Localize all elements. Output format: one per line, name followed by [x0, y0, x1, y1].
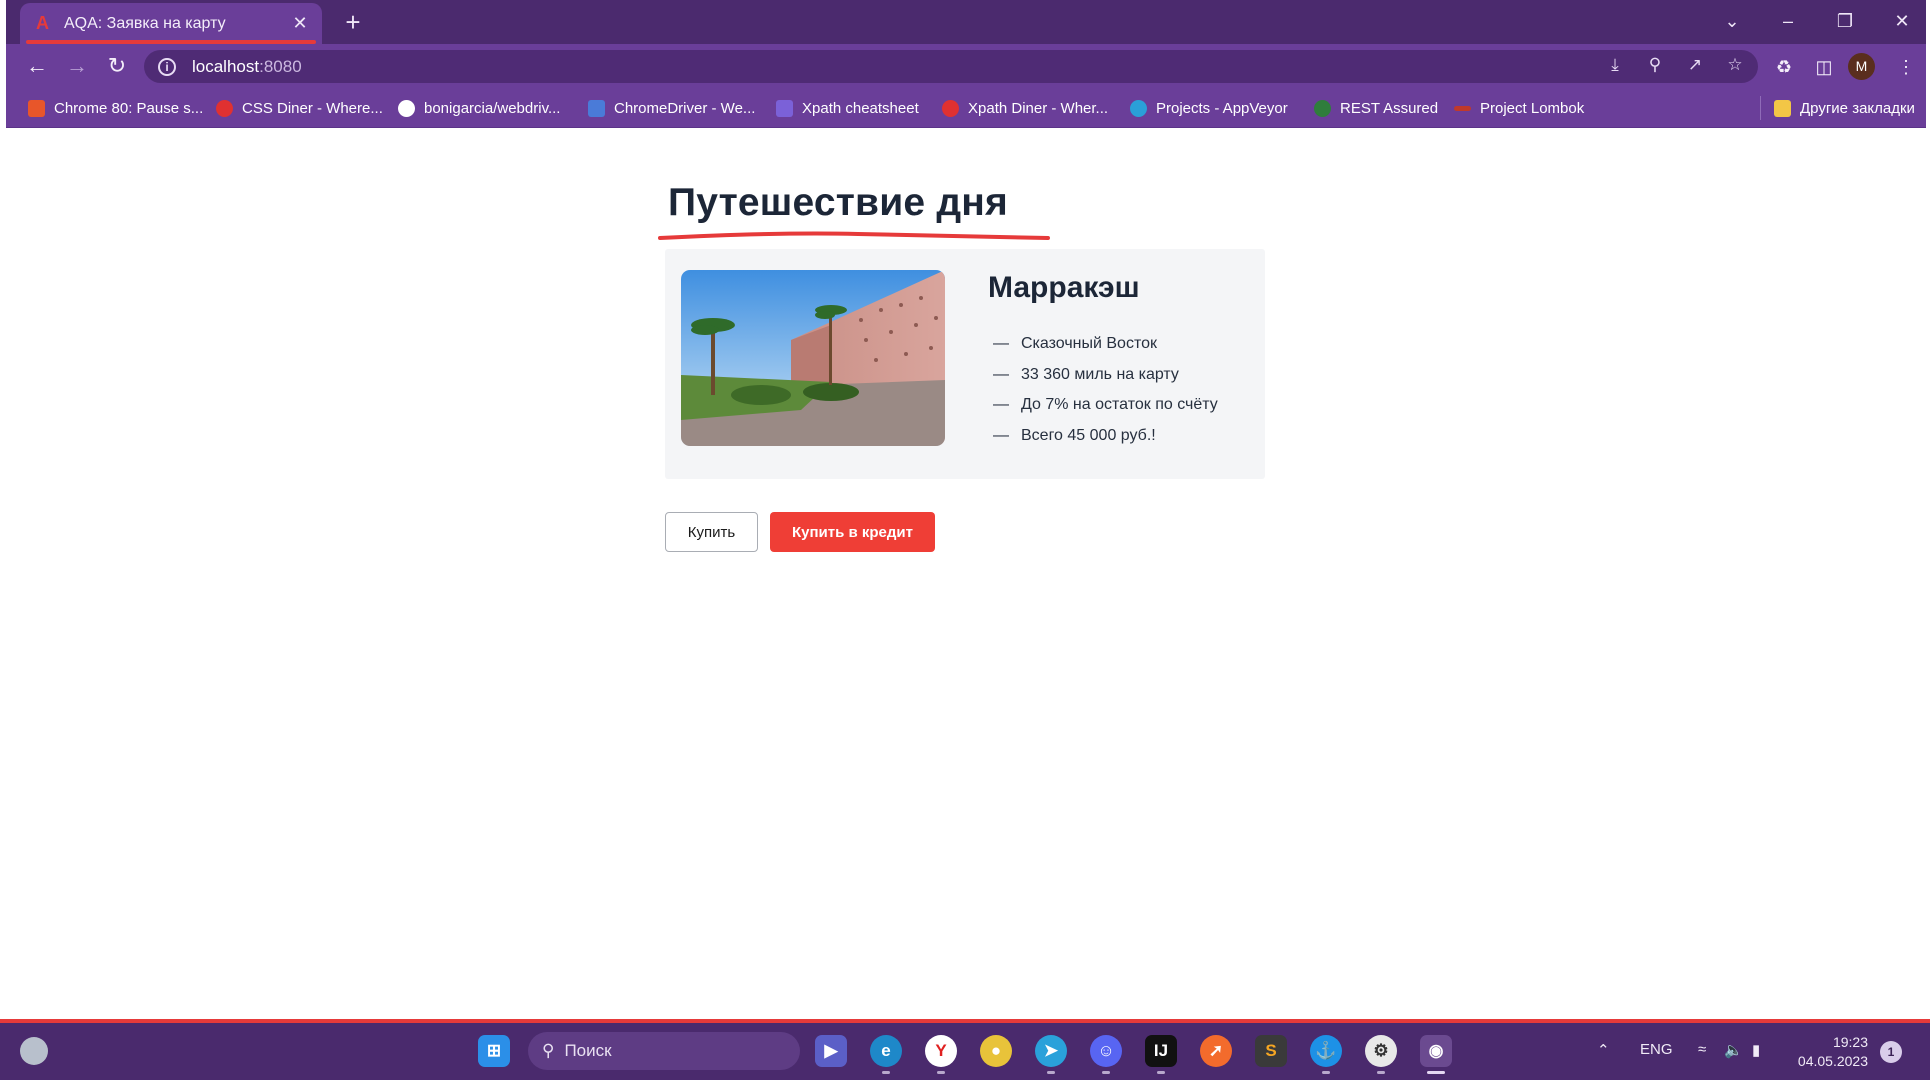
bookmark-favicon-icon	[588, 99, 605, 117]
bookmark-item[interactable]: REST Assured	[1314, 96, 1438, 120]
discord-icon[interactable]: ☺	[1090, 1035, 1122, 1074]
chrome-icon[interactable]: ●	[980, 1035, 1012, 1067]
edge-icon[interactable]: e	[870, 1035, 902, 1074]
address-url: localhost:8080	[192, 56, 302, 76]
browser-toolbar: ← → ↻ i localhost:8080 ⤓ ⚲ ↗ ☆ ♻ ◫ M ⋮	[6, 44, 1926, 88]
bookmark-favicon-icon	[216, 99, 233, 117]
browser-tab-active[interactable]: A AQA: Заявка на карту ✕	[20, 3, 322, 44]
battery-icon[interactable]: ▮	[1752, 1041, 1760, 1059]
bookmark-item[interactable]: CSS Diner - Where...	[216, 96, 383, 120]
telegram-icon[interactable]: ➤	[1035, 1035, 1067, 1074]
address-bar[interactable]: i localhost:8080 ⤓ ⚲ ↗ ☆	[144, 50, 1758, 83]
tour-card: Марракэш — Сказочный Восток —33 360 миль …	[665, 249, 1265, 479]
alfa-bank-favicon-icon: A	[36, 13, 49, 33]
browser-titlebar: A AQA: Заявка на карту ✕ + ⌄ – ❐ ✕	[6, 0, 1926, 44]
clock-date: 04.05.2023	[1797, 1053, 1868, 1069]
chrome-active-icon[interactable]: ◉	[1420, 1035, 1452, 1074]
zoom-icon[interactable]: ⚲	[1642, 55, 1668, 75]
windows-start-icon[interactable]: ⊞	[478, 1035, 510, 1067]
yandex-browser-icon[interactable]: Y	[925, 1035, 957, 1074]
profile-avatar[interactable]: M	[1848, 53, 1875, 80]
windows-taskbar: ⊞ ⚲ Поиск ▶ e Y ● ➤ ☺ IJ ➚ S ⚓ ⚙ ◉ ⌃ ENG…	[0, 1019, 1930, 1080]
bookmark-item[interactable]: Xpath Diner - Wher...	[942, 96, 1108, 120]
share-icon[interactable]: ↗	[1682, 55, 1708, 75]
marrakesh-photo	[681, 270, 945, 446]
back-arrow-icon[interactable]: ←	[22, 52, 52, 80]
site-info-icon[interactable]: i	[158, 57, 176, 76]
bookmark-favicon-icon	[28, 99, 45, 117]
bookmark-item[interactable]: Project Lombok	[1454, 96, 1584, 120]
forward-arrow-icon[interactable]: →	[62, 52, 92, 80]
bookmark-item[interactable]: Chrome 80: Pause s...	[28, 96, 203, 120]
bug-tracker-icon[interactable]: ⚙	[1365, 1035, 1397, 1074]
tab-search-chevron-icon[interactable]: ⌄	[1712, 6, 1752, 36]
list-item: — Сказочный Восток	[993, 335, 1157, 352]
new-tab-button[interactable]: +	[338, 7, 368, 37]
title-underline	[658, 231, 1050, 240]
bookmark-favicon-icon	[776, 99, 793, 117]
taskbar-search-input[interactable]: ⚲ Поиск	[528, 1032, 800, 1070]
bookmark-item[interactable]: ChromeDriver - We...	[588, 96, 755, 120]
minimize-button[interactable]: –	[1768, 6, 1808, 36]
postman-icon[interactable]: ➚	[1200, 1035, 1232, 1067]
buy-button[interactable]: Купить	[665, 512, 758, 552]
list-item: — Всего 45 000 руб.!	[993, 426, 1156, 444]
bookmark-item[interactable]: Xpath cheatsheet	[776, 96, 919, 120]
tab-title: AQA: Заявка на карту	[64, 14, 226, 32]
language-indicator[interactable]: ENG	[1640, 1041, 1673, 1058]
list-item: — До 7% на остаток по счёту	[993, 396, 1218, 413]
install-app-icon[interactable]: ⤓	[1602, 55, 1628, 75]
intellij-idea-icon[interactable]: IJ	[1145, 1035, 1177, 1074]
tour-title: Марракэш	[988, 271, 1140, 304]
notification-badge[interactable]: 1	[1880, 1041, 1902, 1063]
buy-in-credit-button[interactable]: Купить в кредит	[770, 512, 935, 552]
meet-icon[interactable]: ▶	[815, 1035, 847, 1067]
search-icon: ⚲	[542, 1041, 555, 1060]
list-item: —33 360 миль на карту	[993, 365, 1179, 383]
close-window-button[interactable]: ✕	[1882, 6, 1922, 36]
docker-icon[interactable]: ⚓	[1310, 1035, 1342, 1074]
bookmarks-bar: Chrome 80: Pause s... CSS Diner - Where.…	[6, 88, 1926, 128]
bookmarks-divider	[1760, 96, 1761, 120]
clock-time: 19:23	[1832, 1034, 1868, 1050]
extensions-puzzle-icon[interactable]: ♻	[1770, 54, 1798, 80]
appveyor-icon	[1130, 99, 1147, 117]
wifi-icon[interactable]: ≈	[1698, 1041, 1706, 1058]
bookmark-favicon-icon	[1454, 105, 1471, 111]
tour-features-list: — Сказочный Восток —33 360 миль на карту …	[993, 329, 1218, 451]
menu-kebab-icon[interactable]: ⋮	[1892, 54, 1920, 80]
reload-icon[interactable]: ↻	[102, 52, 132, 80]
side-panel-icon[interactable]: ◫	[1810, 54, 1838, 80]
volume-icon[interactable]: 🔈	[1724, 1041, 1743, 1059]
page-content: Путешествие дня Марракэш — Сказочный Вос…	[6, 129, 1926, 1020]
weather-widget-icon[interactable]	[20, 1037, 48, 1065]
bookmark-item[interactable]: bonigarcia/webdriv...	[398, 96, 560, 120]
page-title: Путешествие дня	[668, 181, 1009, 224]
marrakesh-wall-image	[681, 270, 945, 446]
restore-button[interactable]: ❐	[1825, 6, 1865, 36]
sublime-text-icon[interactable]: S	[1255, 1035, 1287, 1067]
bookmark-favicon-icon	[1314, 99, 1331, 117]
github-icon	[398, 99, 415, 117]
bookmark-star-icon[interactable]: ☆	[1722, 55, 1748, 75]
other-bookmarks-folder[interactable]: Другие закладки	[1774, 96, 1915, 120]
system-clock[interactable]: 19:23 04.05.2023	[1790, 1033, 1868, 1071]
folder-icon	[1774, 99, 1791, 117]
tab-close-icon[interactable]: ✕	[290, 13, 310, 34]
hidden-icons-chevron-icon[interactable]: ⌃	[1597, 1041, 1610, 1059]
bookmark-favicon-icon	[942, 99, 959, 117]
bookmark-item[interactable]: Projects - AppVeyor	[1130, 96, 1288, 120]
